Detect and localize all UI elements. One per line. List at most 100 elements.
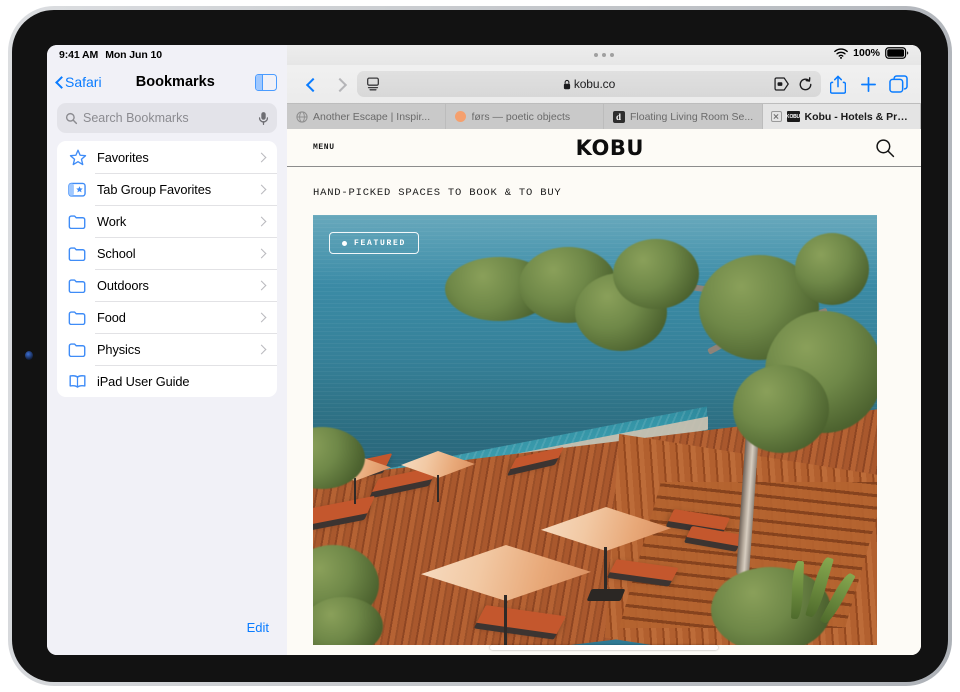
url-display: kobu.co	[357, 77, 821, 91]
tab-another-escape[interactable]: Another Escape | Inspir...	[287, 104, 446, 129]
close-icon[interactable]	[770, 111, 782, 122]
address-bar-actions	[774, 76, 813, 92]
letter-d-favicon: d	[612, 110, 625, 123]
bullet-dot-icon	[342, 240, 347, 246]
chevron-right-icon	[255, 310, 269, 324]
wifi-icon	[834, 47, 848, 59]
address-bar[interactable]: kobu.co	[357, 71, 821, 97]
featured-label: FEATURED	[354, 238, 407, 248]
tab-group-star-icon	[67, 180, 88, 198]
plus-icon	[860, 76, 876, 92]
forward-button[interactable]	[327, 71, 353, 97]
tab-bar: Another Escape | Inspir... førs — poetic…	[287, 103, 921, 129]
tab-kobu-active[interactable]: KOBU Kobu - Hotels & Propert...	[762, 104, 921, 129]
tab-floating-living-room[interactable]: d Floating Living Room Se...	[604, 104, 763, 129]
bookmark-item-work[interactable]: Work	[57, 205, 277, 237]
book-icon	[67, 372, 88, 390]
folder-icon	[67, 212, 88, 230]
share-icon	[830, 75, 846, 94]
featured-badge[interactable]: FEATURED	[329, 232, 420, 254]
tree-foliage	[733, 365, 829, 453]
multitasking-drag-handle[interactable]	[287, 45, 921, 65]
bookmarks-sidebar: 9:41 AM Mon Jun 10 Safari Bookmarks Sear…	[47, 45, 287, 655]
bookmark-item-food[interactable]: Food	[57, 301, 277, 333]
chevron-right-icon	[255, 182, 269, 196]
new-tab-button[interactable]	[855, 71, 881, 97]
back-to-safari-button[interactable]: Safari	[55, 74, 102, 90]
site-logo[interactable]: KOBU	[345, 136, 875, 160]
tab-title: Floating Living Room Se...	[630, 110, 754, 123]
status-bar-time: 9:41 AM	[59, 49, 99, 61]
site-menu-button[interactable]: MENU	[313, 143, 335, 152]
battery-percent-label: 100%	[853, 47, 880, 59]
bookmark-item-ipad-user-guide[interactable]: iPad User Guide	[57, 365, 277, 397]
microphone-icon[interactable]	[258, 111, 269, 126]
site-header: MENU KOBU	[287, 129, 921, 167]
tab-title: Kobu - Hotels & Propert...	[804, 110, 913, 123]
sidebar-toggle-icon[interactable]	[255, 73, 277, 91]
tree-foliage	[795, 233, 869, 305]
device-side-button-indicator	[25, 351, 33, 360]
tabs-overview-icon	[888, 75, 908, 93]
ipad-device-frame: 9:41 AM Mon Jun 10 Safari Bookmarks Sear…	[8, 6, 952, 686]
tabs-overview-button[interactable]	[885, 71, 911, 97]
device-bezel: 9:41 AM Mon Jun 10 Safari Bookmarks Sear…	[12, 10, 948, 682]
bookmark-label: iPad User Guide	[97, 373, 190, 389]
forward-arrow-icon	[336, 77, 345, 92]
share-button[interactable]	[825, 71, 851, 97]
bookmark-label: Tab Group Favorites	[97, 181, 212, 197]
url-text: kobu.co	[573, 77, 616, 91]
bookmark-label: Food	[97, 309, 126, 325]
page-tagline: HAND-PICKED SPACES TO BOOK & TO BUY	[313, 187, 562, 199]
hero-image-container[interactable]: FEATURED	[313, 215, 877, 645]
reload-icon[interactable]	[798, 76, 813, 92]
sidebar-footer: Edit	[47, 619, 287, 655]
handle-dot	[602, 53, 606, 57]
browser-chrome: 100% kobu.co Another Escape | Inspir... …	[287, 45, 921, 129]
safari-browser-pane: 100% kobu.co Another Escape | Inspir... …	[287, 45, 921, 655]
bookmark-label: School	[97, 245, 136, 261]
web-content: MENU KOBU HAND-PICKED SPACES TO BOOK & T…	[287, 129, 921, 655]
bookmark-item-favorites[interactable]: Favorites	[57, 141, 277, 173]
resort-pool-photo: FEATURED	[313, 215, 877, 645]
tab-title: Another Escape | Inspir...	[313, 110, 431, 123]
tree-foliage	[613, 239, 699, 309]
chevron-right-icon	[255, 278, 269, 292]
bookmark-item-tab-group-favorites[interactable]: Tab Group Favorites	[57, 173, 277, 205]
status-bar-right: 100%	[834, 47, 909, 59]
bookmark-label: Favorites	[97, 149, 149, 165]
edit-button[interactable]: Edit	[247, 620, 269, 635]
search-input[interactable]	[83, 111, 253, 125]
chevron-right-icon	[255, 150, 269, 164]
globe-icon	[295, 110, 308, 123]
tab-fors-poetic-objects[interactable]: førs — poetic objects	[445, 104, 604, 129]
folder-icon	[67, 340, 88, 358]
search-container	[47, 99, 287, 141]
chevron-left-icon	[55, 75, 63, 89]
page-settings-icon[interactable]	[365, 77, 381, 91]
search-bookmarks-field[interactable]	[57, 103, 277, 133]
folder-icon	[67, 276, 88, 294]
bookmark-item-outdoors[interactable]: Outdoors	[57, 269, 277, 301]
back-button[interactable]	[297, 71, 323, 97]
handle-dot	[610, 53, 614, 57]
bookmark-label: Physics	[97, 341, 141, 357]
kobu-favicon: KOBU	[786, 110, 800, 123]
tab-title: førs — poetic objects	[471, 110, 571, 123]
folder-icon	[67, 308, 88, 326]
bookmark-item-school[interactable]: School	[57, 237, 277, 269]
status-bar-left: 9:41 AM Mon Jun 10	[47, 45, 287, 65]
extensions-icon[interactable]	[774, 77, 790, 91]
site-search-icon[interactable]	[875, 138, 895, 158]
page-title: Bookmarks	[135, 74, 215, 90]
ipad-screen: 9:41 AM Mon Jun 10 Safari Bookmarks Sear…	[47, 45, 921, 655]
home-indicator[interactable]	[490, 645, 718, 650]
bookmark-item-physics[interactable]: Physics	[57, 333, 277, 365]
battery-full-icon	[885, 47, 909, 59]
star-icon	[67, 148, 88, 166]
bookmark-label: Work	[97, 213, 127, 229]
chevron-right-icon	[255, 342, 269, 356]
bookmark-label: Outdoors	[97, 277, 149, 293]
back-arrow-icon	[306, 77, 315, 92]
chevron-right-icon	[255, 246, 269, 260]
